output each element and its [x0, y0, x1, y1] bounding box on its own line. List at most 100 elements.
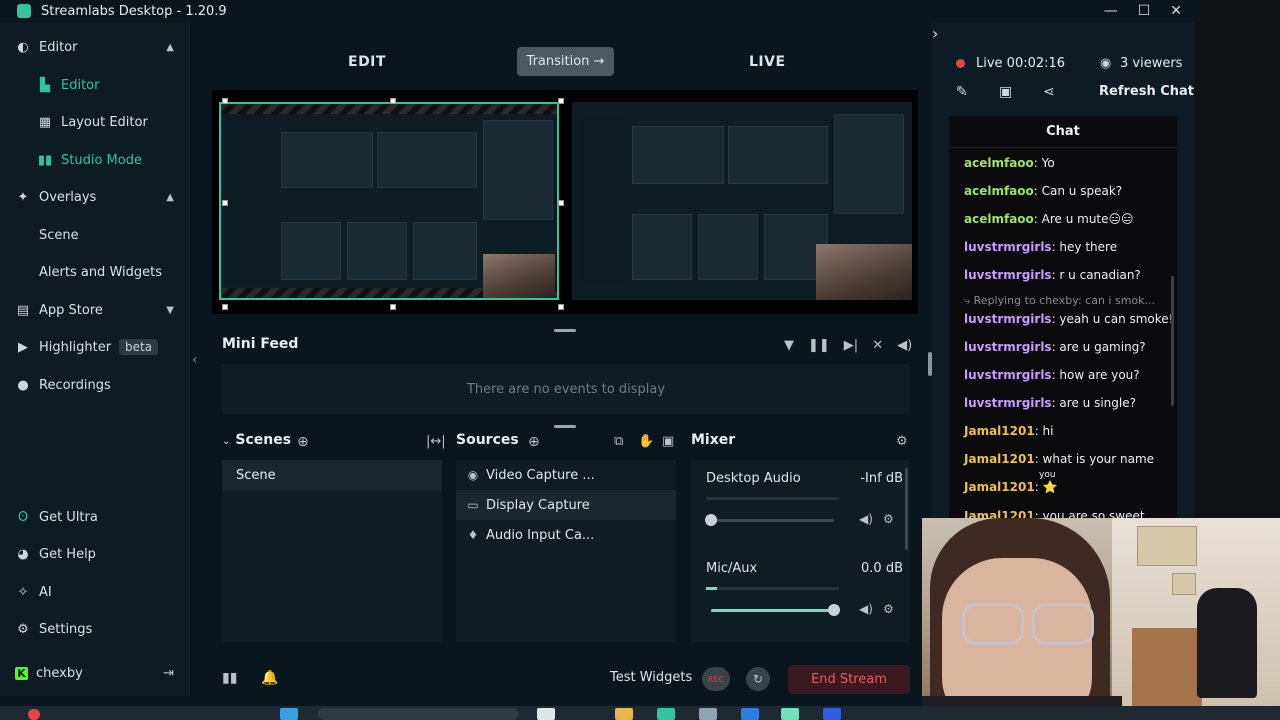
nav-label: Highlighter: [39, 339, 112, 355]
source-item[interactable]: ▭ Display Capture: [456, 490, 676, 520]
skip-icon[interactable]: ▶|: [844, 338, 858, 353]
maximize-icon[interactable]: ☐: [1138, 3, 1151, 19]
logout-icon[interactable]: ⇥: [163, 666, 174, 681]
stats-icon[interactable]: ▮▮: [222, 670, 237, 686]
add-scene-icon[interactable]: ⊕: [297, 434, 309, 450]
nav-layout-editor[interactable]: ▦ Layout Editor: [0, 107, 190, 137]
channel-settings-icon[interactable]: ⚙: [883, 512, 894, 526]
resize-grip[interactable]: [554, 425, 576, 428]
test-widgets-button[interactable]: Test Widgets: [610, 670, 692, 685]
channel-settings-icon[interactable]: ⚙: [883, 602, 894, 616]
scenes-list: Scene: [222, 460, 442, 642]
nav-get-help[interactable]: ◕ Get Help: [0, 539, 190, 569]
nav-settings[interactable]: ⚙ Settings: [0, 614, 190, 644]
mixer-channel-db: 0.0 dB: [861, 561, 903, 576]
add-source-icon[interactable]: ⊕: [528, 434, 540, 450]
chat-username[interactable]: acelmfaoo: [964, 156, 1034, 170]
chat-username[interactable]: acelmfaoo: [964, 184, 1034, 198]
volume-slider-knob[interactable]: [828, 604, 840, 616]
scrollbar[interactable]: [905, 468, 908, 550]
volume-slider[interactable]: [711, 609, 834, 612]
edit-stream-icon[interactable]: ✎: [956, 84, 968, 100]
volume-slider-knob[interactable]: [705, 514, 717, 526]
nav-studio-mode[interactable]: ▮▮ Studio Mode: [0, 145, 190, 175]
nav-app-store[interactable]: ▤ App Store ▼: [0, 295, 190, 325]
resize-handle[interactable]: [390, 304, 396, 310]
resize-handle[interactable]: [558, 98, 564, 104]
streamlabs-taskbar-icon[interactable]: [781, 708, 799, 720]
resize-handle[interactable]: [222, 200, 228, 206]
taskbar-app-icon[interactable]: [657, 708, 675, 720]
volume-icon[interactable]: ◀): [897, 338, 912, 353]
end-stream-button[interactable]: End Stream: [788, 665, 910, 694]
nav-scene[interactable]: Scene: [0, 220, 190, 250]
add-folder-icon[interactable]: ▣: [662, 434, 674, 449]
nav-get-ultra[interactable]: ʘ Get Ultra: [0, 502, 190, 532]
chat-username[interactable]: acelmfaoo: [964, 212, 1034, 226]
folder-icon[interactable]: [615, 708, 633, 720]
source-item[interactable]: ♦ Audio Input Ca...: [456, 520, 676, 550]
nav-highlighter[interactable]: ▶ Highlighter beta: [0, 332, 190, 362]
collapse-sidebar-icon[interactable]: ‹: [192, 352, 198, 368]
collapse-chat-icon[interactable]: ›: [932, 24, 938, 43]
nav-editor[interactable]: ▙ Editor: [0, 70, 190, 100]
nav-account[interactable]: K chexby ⇥: [0, 658, 190, 688]
chat-username[interactable]: luvstrmrgirls: [964, 240, 1052, 254]
pause-icon[interactable]: ❚❚: [808, 338, 830, 353]
nav-recordings[interactable]: ● Recordings: [0, 370, 190, 400]
taskbar-app-icon[interactable]: [823, 708, 841, 720]
taskbar-search[interactable]: [318, 708, 518, 720]
chat-username[interactable]: Jamal1201: [964, 424, 1035, 438]
share-icon[interactable]: ⋖: [1043, 84, 1055, 100]
chat-username[interactable]: luvstrmrgirls: [964, 340, 1052, 354]
taskbar-app-icon[interactable]: [537, 708, 555, 720]
nav-alerts-widgets[interactable]: Alerts and Widgets: [0, 257, 190, 287]
transition-button[interactable]: Transition →: [517, 47, 614, 76]
filter-icon[interactable]: ▼: [784, 338, 794, 353]
chat-username[interactable]: luvstrmrgirls: [964, 396, 1052, 410]
chat-message: Jamal1201: hi: [964, 424, 1053, 438]
record-button[interactable]: REC: [702, 667, 730, 691]
resize-grip[interactable]: [554, 329, 576, 332]
minimize-icon[interactable]: —: [1104, 3, 1118, 19]
mute-alerts-icon[interactable]: ✕: [872, 338, 883, 353]
resize-handle[interactable]: [390, 98, 396, 104]
taskbar-app-icon[interactable]: [741, 708, 759, 720]
speaker-icon[interactable]: ◀): [859, 602, 873, 616]
emote-caption: you: [1039, 470, 1056, 480]
edit-preview[interactable]: [219, 102, 559, 300]
source-display-icon[interactable]: ⧉: [614, 434, 623, 449]
refresh-chat-button[interactable]: Refresh Chat: [1099, 84, 1194, 99]
start-icon[interactable]: [280, 708, 298, 720]
notification-icon[interactable]: [28, 709, 40, 720]
os-taskbar: [0, 706, 1280, 720]
scene-item[interactable]: Scene: [222, 460, 442, 490]
scene-transitions-icon[interactable]: |↔|: [426, 434, 446, 449]
resize-handle[interactable]: [558, 304, 564, 310]
source-item[interactable]: ◉ Video Capture ...: [456, 460, 676, 490]
chat-scrollbar[interactable]: [1171, 276, 1174, 406]
speaker-icon[interactable]: ◀): [859, 512, 873, 526]
chat-username[interactable]: Jamal1201: [964, 480, 1035, 494]
chat-username[interactable]: Jamal1201: [964, 452, 1035, 466]
chat-username[interactable]: luvstrmrgirls: [964, 268, 1052, 282]
taskbar-app-icon[interactable]: [699, 708, 717, 720]
volume-slider[interactable]: [711, 519, 834, 522]
replay-buffer-icon[interactable]: ↻: [746, 667, 770, 691]
nav-editor-group[interactable]: ◐ Editor ▲: [0, 32, 190, 62]
camera-icon[interactable]: ▣: [999, 84, 1012, 100]
chat-username[interactable]: luvstrmrgirls: [964, 368, 1052, 382]
chat-username[interactable]: luvstrmrgirls: [964, 312, 1052, 326]
nav-ai[interactable]: ✧ AI: [0, 577, 190, 607]
mixer-settings-icon[interactable]: ⚙: [896, 434, 908, 449]
resize-handle[interactable]: [222, 304, 228, 310]
resize-handle[interactable]: [558, 200, 564, 206]
source-lock-icon[interactable]: ✋: [638, 434, 654, 449]
chat-username[interactable]: Jamal1201: [964, 509, 1035, 518]
notifications-icon[interactable]: 🔔: [261, 670, 278, 686]
close-icon[interactable]: ✕: [1170, 3, 1182, 19]
resize-handle[interactable]: [222, 98, 228, 104]
chevron-down-icon[interactable]: ⌄: [222, 436, 230, 447]
nav-overlays-group[interactable]: ✦ Overlays ▲: [0, 182, 190, 212]
glasses-lens: [962, 603, 1024, 645]
